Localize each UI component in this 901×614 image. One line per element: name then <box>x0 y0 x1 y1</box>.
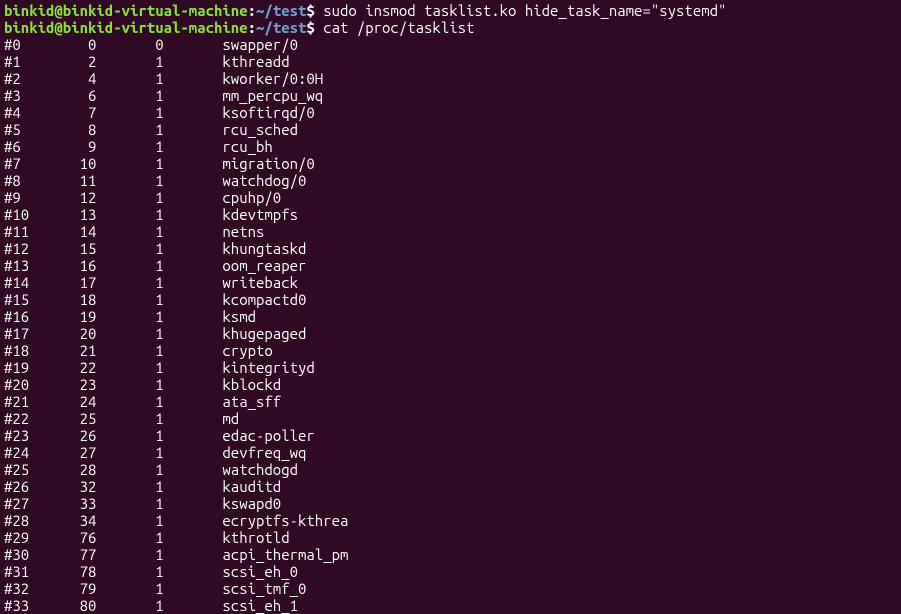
task-row: #12 15 1 khungtaskd <box>4 240 897 257</box>
task-row: #8 11 1 watchdog/0 <box>4 172 897 189</box>
task-row: #0 0 0 swapper/0 <box>4 36 897 53</box>
task-row: #7 10 1 migration/0 <box>4 155 897 172</box>
task-row: #23 26 1 edac-poller <box>4 427 897 444</box>
task-row: #9 12 1 cpuhp/0 <box>4 189 897 206</box>
task-row: #30 77 1 acpi_thermal_pm <box>4 546 897 563</box>
task-row: #28 34 1 ecryptfs-kthrea <box>4 512 897 529</box>
task-row: #33 80 1 scsi_eh_1 <box>4 597 897 614</box>
task-row: #32 79 1 scsi_tmf_0 <box>4 580 897 597</box>
prompt-line-1: binkid@binkid-virtual-machine:~/test$ su… <box>4 2 897 19</box>
task-row: #19 22 1 kintegrityd <box>4 359 897 376</box>
command-text: sudo insmod tasklist.ko hide_task_name="… <box>315 2 727 19</box>
task-row: #31 78 1 scsi_eh_0 <box>4 563 897 580</box>
colon: : <box>248 19 256 36</box>
task-row: #24 27 1 devfreq_wq <box>4 444 897 461</box>
task-row: #3 6 1 mm_percpu_wq <box>4 87 897 104</box>
prompt-line-2: binkid@binkid-virtual-machine:~/test$ ca… <box>4 19 897 36</box>
user-host: binkid@binkid-virtual-machine <box>4 19 248 36</box>
task-row: #21 24 1 ata_sff <box>4 393 897 410</box>
task-row: #2 4 1 kworker/0:0H <box>4 70 897 87</box>
task-row: #20 23 1 kblockd <box>4 376 897 393</box>
colon: : <box>248 2 256 19</box>
command-text: cat /proc/tasklist <box>315 19 475 36</box>
task-row: #13 16 1 oom_reaper <box>4 257 897 274</box>
task-row: #17 20 1 khugepaged <box>4 325 897 342</box>
task-row: #6 9 1 rcu_bh <box>4 138 897 155</box>
task-row: #25 28 1 watchdogd <box>4 461 897 478</box>
tasklist-output: #0 0 0 swapper/0#1 2 1 kthreadd#2 4 1 kw… <box>4 36 897 614</box>
task-row: #4 7 1 ksoftirqd/0 <box>4 104 897 121</box>
task-row: #14 17 1 writeback <box>4 274 897 291</box>
task-row: #10 13 1 kdevtmpfs <box>4 206 897 223</box>
task-row: #1 2 1 kthreadd <box>4 53 897 70</box>
path: ~/test <box>256 2 306 19</box>
task-row: #5 8 1 rcu_sched <box>4 121 897 138</box>
path: ~/test <box>256 19 306 36</box>
task-row: #11 14 1 netns <box>4 223 897 240</box>
task-row: #18 21 1 crypto <box>4 342 897 359</box>
task-row: #26 32 1 kauditd <box>4 478 897 495</box>
task-row: #22 25 1 md <box>4 410 897 427</box>
dollar: $ <box>306 19 314 36</box>
task-row: #15 18 1 kcompactd0 <box>4 291 897 308</box>
task-row: #16 19 1 ksmd <box>4 308 897 325</box>
task-row: #27 33 1 kswapd0 <box>4 495 897 512</box>
task-row: #29 76 1 kthrotld <box>4 529 897 546</box>
user-host: binkid@binkid-virtual-machine <box>4 2 248 19</box>
dollar: $ <box>306 2 314 19</box>
